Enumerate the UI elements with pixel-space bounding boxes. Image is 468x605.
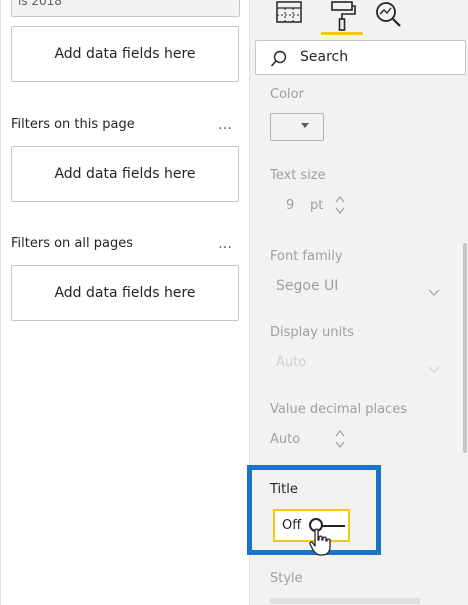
display-units-select[interactable]: Auto	[276, 355, 306, 370]
text-size-spinner-icon[interactable]	[334, 193, 346, 217]
all-pages-filters-drop-zone[interactable]: Add data fields here	[11, 265, 239, 321]
filter-card-top[interactable]: is 2018	[11, 0, 240, 17]
paint-roller-icon[interactable]	[328, 0, 358, 31]
scrollbar[interactable]	[463, 243, 467, 453]
chevron-down-icon[interactable]	[428, 282, 440, 301]
hand-cursor-icon	[309, 528, 333, 560]
page-filters-more-icon[interactable]: …	[218, 117, 233, 133]
text-size-unit: pt	[310, 198, 324, 213]
active-tab-indicator	[321, 32, 363, 35]
color-label: Color	[270, 87, 304, 102]
decimal-places-value[interactable]: Auto	[270, 432, 300, 447]
drop-zone-label: Add data fields here	[54, 46, 196, 62]
style-label: Style	[270, 571, 303, 586]
text-size-value[interactable]: 9	[286, 198, 294, 213]
text-size-label: Text size	[270, 168, 326, 183]
filters-pane: is 2018 Add data fields here Filters on …	[0, 0, 249, 605]
table-grid-icon[interactable]	[275, 0, 305, 30]
drop-zone-label: Add data fields here	[54, 285, 196, 301]
magnifier-chart-icon[interactable]	[374, 0, 404, 30]
drop-zone-label: Add data fields here	[54, 166, 196, 182]
chevron-down-icon	[301, 123, 309, 128]
all-pages-filters-more-icon[interactable]: …	[218, 236, 233, 252]
display-units-label: Display units	[270, 325, 355, 340]
decimal-places-spinner-icon[interactable]	[334, 427, 346, 451]
style-select-partial[interactable]	[270, 598, 420, 604]
search-placeholder: Search	[300, 49, 349, 65]
filters-on-page-heading: Filters on this page	[11, 117, 135, 132]
search-icon	[270, 50, 287, 67]
search-input[interactable]: Search	[255, 40, 466, 75]
page-filters-drop-zone[interactable]: Add data fields here	[11, 146, 239, 202]
chevron-down-icon[interactable]	[428, 359, 440, 378]
decimal-places-label: Value decimal places	[270, 402, 407, 417]
filter-card-text: is 2018	[18, 0, 62, 8]
color-picker[interactable]	[270, 113, 324, 141]
visual-filters-drop-zone[interactable]: Add data fields here	[11, 26, 239, 82]
font-family-label: Font family	[270, 249, 343, 264]
filters-on-all-pages-heading: Filters on all pages	[11, 236, 133, 251]
font-family-select[interactable]: Segoe UI	[276, 278, 338, 294]
